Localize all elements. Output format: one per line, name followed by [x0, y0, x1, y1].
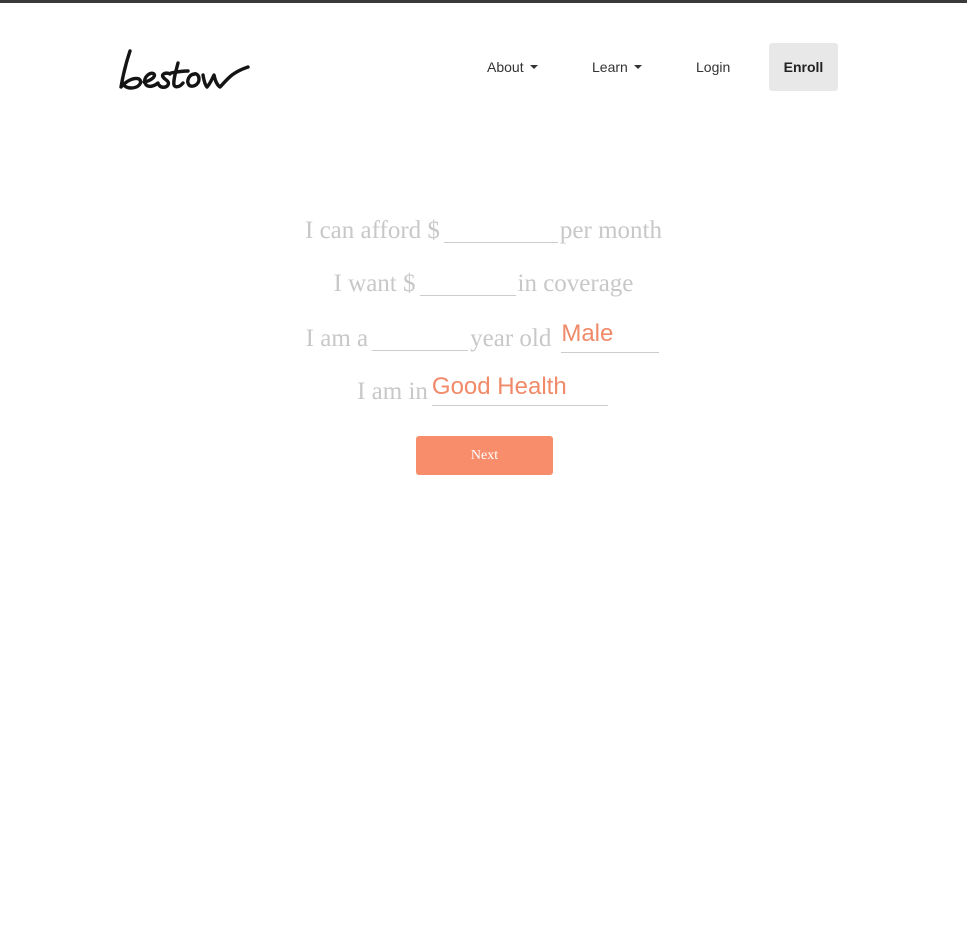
enroll-button-label: Enroll	[783, 59, 824, 75]
nav-about-label: About	[487, 59, 524, 75]
health-prefix: I am in	[357, 378, 428, 405]
age-gender-row: I am a year old Male	[0, 317, 967, 357]
bestow-logo-wordmark	[119, 49, 250, 90]
caret-down-icon	[529, 65, 538, 70]
afford-suffix: per month	[559, 217, 662, 244]
afford-amount-input[interactable]	[443, 214, 558, 243]
bestow-logo[interactable]	[118, 41, 268, 97]
coverage-amount-input[interactable]	[419, 267, 516, 296]
nav-learn-label: Learn	[592, 59, 628, 75]
caret-down-icon	[633, 65, 642, 70]
health-row: I am in Good Health	[0, 370, 967, 410]
age-prefix: I am a	[305, 325, 369, 352]
next-button-label: Next	[470, 448, 499, 463]
age-middle: year old	[470, 325, 552, 352]
gender-select[interactable]: Male	[561, 317, 660, 353]
coverage-prefix: I want $	[333, 270, 416, 297]
next-button[interactable]: Next	[416, 436, 553, 475]
afford-row: I can afford $ per month	[0, 211, 967, 251]
navbar: About Learn Login Enroll	[0, 3, 967, 133]
health-select[interactable]: Good Health	[431, 370, 608, 406]
coverage-row: I want $ in coverage	[0, 264, 967, 304]
nav-about-dropdown[interactable]: About	[487, 43, 538, 91]
nav-login-label: Login	[696, 59, 731, 75]
afford-prefix: I can afford $	[305, 217, 440, 244]
age-input[interactable]	[372, 322, 469, 351]
nav-learn-dropdown[interactable]: Learn	[592, 43, 642, 91]
coverage-suffix: in coverage	[517, 270, 634, 297]
nav-login-link[interactable]: Login	[696, 43, 730, 91]
enroll-button[interactable]: Enroll	[769, 43, 838, 91]
